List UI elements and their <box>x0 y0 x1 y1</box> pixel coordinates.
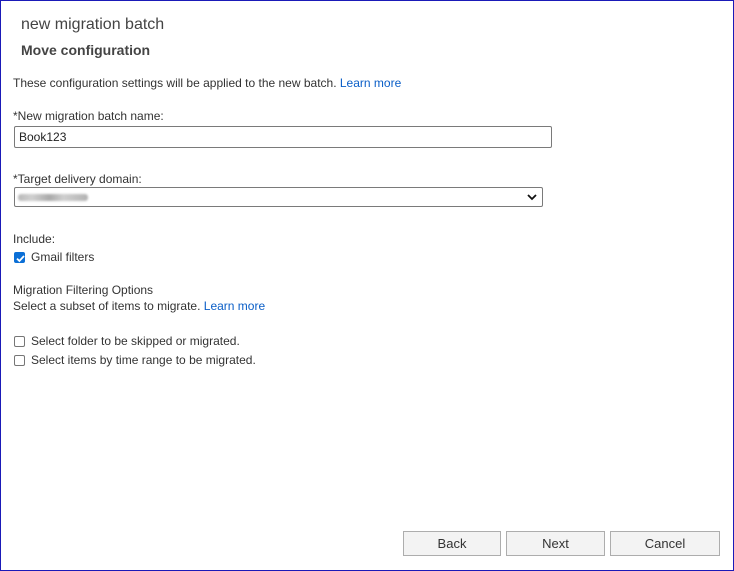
filtering-description-row: Select a subset of items to migrate. Lea… <box>13 299 265 313</box>
page-subtitle: Move configuration <box>21 42 151 58</box>
filtering-heading: Migration Filtering Options <box>13 283 154 297</box>
redacted-domain-value <box>18 194 88 201</box>
time-range-option[interactable]: Select items by time range to be migrate… <box>14 353 256 367</box>
gmail-filters-label: Gmail filters <box>31 250 95 264</box>
filtering-description: Select a subset of items to migrate. <box>13 299 201 313</box>
include-label: Include: <box>13 232 56 246</box>
time-range-checkbox[interactable] <box>14 354 25 366</box>
intro-description: These configuration settings will be app… <box>13 76 337 90</box>
dialog-window: new migration batch Move configuration T… <box>0 0 734 571</box>
skip-folder-checkbox[interactable] <box>14 335 25 347</box>
skip-folder-label: Select folder to be skipped or migrated. <box>31 334 240 348</box>
back-button[interactable]: Back <box>403 531 501 556</box>
delivery-domain-label: *Target delivery domain: <box>13 172 142 186</box>
page-title: new migration batch <box>21 16 165 33</box>
intro-text: These configuration settings will be app… <box>13 76 401 90</box>
next-button[interactable]: Next <box>506 531 605 556</box>
chevron-down-icon <box>527 194 537 201</box>
delivery-domain-select[interactable] <box>14 187 543 207</box>
time-range-label: Select items by time range to be migrate… <box>31 353 256 367</box>
learn-more-link[interactable]: Learn more <box>340 76 401 90</box>
batch-name-label: *New migration batch name: <box>13 109 164 123</box>
batch-name-input[interactable] <box>14 126 552 148</box>
checkmark-icon <box>16 254 25 262</box>
gmail-filters-option[interactable]: Gmail filters <box>14 250 94 264</box>
skip-folder-option[interactable]: Select folder to be skipped or migrated. <box>14 334 240 348</box>
filtering-learn-more-link[interactable]: Learn more <box>204 299 265 313</box>
gmail-filters-checkbox[interactable] <box>14 251 25 263</box>
cancel-button[interactable]: Cancel <box>610 531 720 556</box>
